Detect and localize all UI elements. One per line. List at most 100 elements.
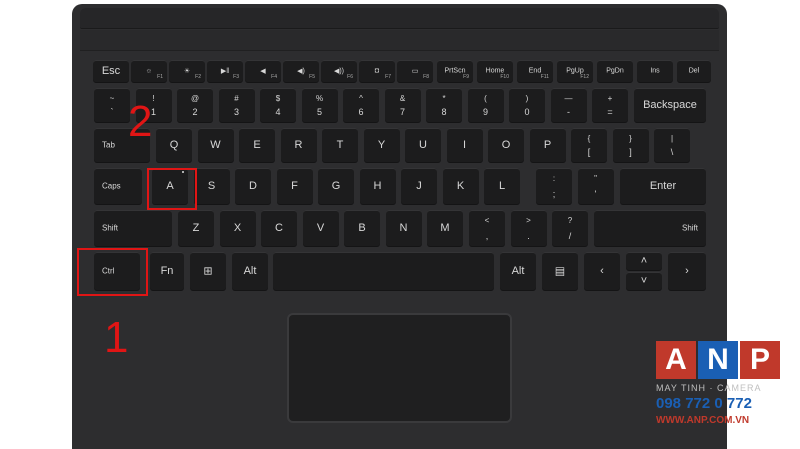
key-i[interactable]: I	[446, 128, 483, 162]
key-m[interactable]: M	[427, 210, 463, 246]
chevron-up-icon: ˄	[640, 255, 648, 267]
key-number-6[interactable]: ^ 6	[343, 88, 379, 122]
key-number-8[interactable]: * 8	[426, 88, 462, 122]
key-f5[interactable]: ◀) F5	[283, 60, 319, 82]
key-k[interactable]: K	[442, 168, 479, 204]
key-o[interactable]: O	[488, 128, 524, 162]
key-pgup[interactable]: PgUp F12	[557, 60, 593, 82]
key-pgdn[interactable]: PgDn	[597, 60, 633, 82]
key-alt-left[interactable]: Alt	[232, 252, 268, 290]
base-symbol: 4	[275, 107, 281, 117]
key-g[interactable]: G	[318, 168, 354, 204]
key-f7[interactable]: ◘ F7	[359, 60, 395, 82]
key-f1[interactable]: ☼ F1	[131, 60, 167, 82]
key-number-5[interactable]: % 5	[301, 88, 338, 122]
key-number-0[interactable]: ~ `	[94, 88, 130, 122]
key-number-4[interactable]: $4	[260, 88, 296, 122]
key-y[interactable]: Y	[363, 128, 400, 162]
key-up[interactable]: ˄	[626, 252, 662, 270]
key-f6[interactable]: ◀)) F6	[321, 60, 357, 82]
key-f4[interactable]: ◀ F4	[245, 60, 281, 82]
key-down[interactable]: ˅	[626, 272, 662, 290]
key-del[interactable]: Del	[677, 60, 711, 82]
key-u[interactable]: U	[405, 128, 441, 162]
key-fn[interactable]: Fn	[150, 252, 184, 290]
key-number-7[interactable]: & 7	[384, 88, 421, 122]
key-q[interactable]: Q	[156, 128, 192, 162]
key-number-9[interactable]: (9	[467, 88, 504, 122]
key-bracket-2[interactable]: | \	[654, 128, 690, 162]
key-backspace[interactable]: Backspace	[634, 88, 706, 122]
key-right[interactable]: ›	[668, 252, 706, 290]
key-j[interactable]: J	[401, 168, 437, 204]
key-home[interactable]: Home F10	[477, 60, 513, 82]
key-s[interactable]: S	[193, 168, 230, 204]
key-l[interactable]: L	[484, 168, 520, 204]
step-2-label: 2	[128, 97, 153, 146]
key-w[interactable]: W	[197, 128, 234, 162]
key-f2[interactable]: ☀ F2	[169, 60, 205, 82]
key-number-11[interactable]: — -	[550, 88, 587, 122]
key-prtscn[interactable]: PrtScn F9	[437, 60, 473, 82]
letter-label: S	[207, 180, 216, 192]
touchpad[interactable]	[287, 313, 512, 423]
key-v[interactable]: V	[302, 210, 339, 246]
base-symbol: ]	[629, 147, 632, 157]
key-left[interactable]: ‹	[584, 252, 620, 290]
key-number-2[interactable]: @2	[177, 88, 213, 122]
function-number: F6	[347, 74, 353, 80]
fn-label: Fn	[160, 265, 174, 277]
key-c[interactable]: C	[261, 210, 297, 246]
key-t[interactable]: T	[322, 128, 358, 162]
key-windows[interactable]: ⊞	[190, 252, 226, 290]
key-number-10[interactable]: ) 0	[509, 88, 545, 122]
shift-label: Shift	[102, 223, 119, 233]
key-sym4-1[interactable]: >.	[510, 210, 547, 246]
key-number-12[interactable]: + =	[592, 88, 628, 122]
key-esc[interactable]: Esc	[93, 60, 129, 82]
letter-label: G	[331, 180, 341, 192]
shift-symbol: (	[484, 94, 487, 103]
logo-letter-n: N	[698, 341, 738, 379]
key-caps[interactable]: Caps	[94, 168, 142, 204]
letter-label: I	[462, 139, 467, 151]
key-enter[interactable]: Enter	[620, 168, 706, 204]
key-bracket-1[interactable]: }]	[612, 128, 649, 162]
shift-symbol: %	[315, 94, 324, 103]
key-number-3[interactable]: #3	[218, 88, 255, 122]
key-d[interactable]: D	[235, 168, 271, 204]
key-alt-right[interactable]: Alt	[500, 252, 536, 290]
key-sym4-2[interactable]: ? /	[552, 210, 588, 246]
key-p[interactable]: P	[529, 128, 566, 162]
key-b[interactable]: B	[344, 210, 380, 246]
key-menu[interactable]: ▤	[542, 252, 578, 290]
key-f[interactable]: F	[276, 168, 313, 204]
key-z[interactable]: Z	[178, 210, 214, 246]
logo-letter-a: A	[656, 341, 696, 379]
key-sym4-0[interactable]: <,	[469, 210, 505, 246]
base-symbol: \	[670, 147, 674, 157]
windows-icon: ⊞	[203, 265, 213, 278]
key-shift-right[interactable]: Shift	[594, 210, 706, 246]
key-f3[interactable]: ▶‖ F3	[207, 60, 243, 82]
key-ins[interactable]: Ins	[637, 60, 673, 82]
key-sym-1[interactable]: " '	[577, 168, 614, 204]
key-r[interactable]: R	[280, 128, 317, 162]
logo-phone: 098 772 0 772	[656, 395, 752, 412]
key-n[interactable]: N	[385, 210, 422, 246]
key-e[interactable]: E	[239, 128, 275, 162]
key-h[interactable]: H	[359, 168, 396, 204]
shift-symbol: *	[442, 94, 446, 103]
esc-label: Esc	[101, 65, 121, 77]
key-x[interactable]: X	[219, 210, 256, 246]
pgdn-label: PgDn	[606, 67, 624, 75]
key-sym-0[interactable]: :;	[536, 168, 572, 204]
key-bracket-0[interactable]: {[	[571, 128, 607, 162]
key-shift-left[interactable]: Shift	[94, 210, 172, 246]
key-space[interactable]	[273, 252, 494, 290]
key-f8[interactable]: ▭ F8	[397, 60, 433, 82]
shift-symbol: ?	[567, 216, 573, 225]
key-end[interactable]: End F11	[517, 60, 553, 82]
alt-label: Alt	[243, 265, 257, 277]
letter-label: F	[291, 180, 298, 192]
